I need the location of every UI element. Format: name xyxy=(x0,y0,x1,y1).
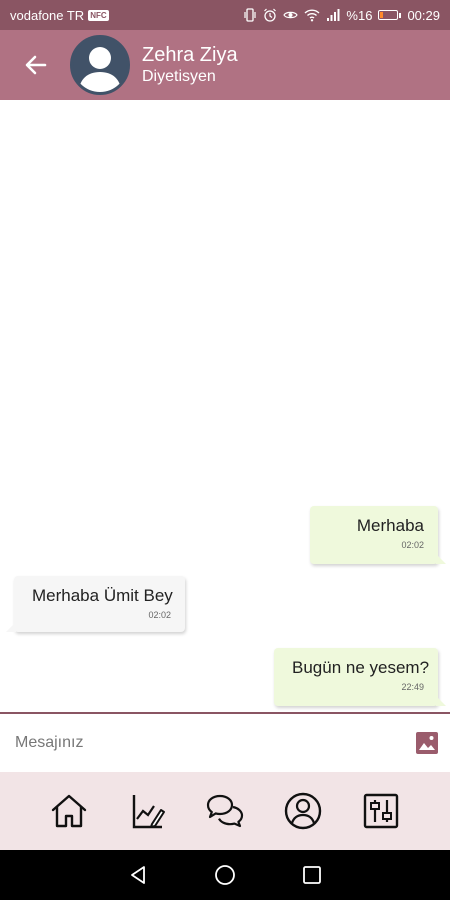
message-bubble-outgoing[interactable]: Bugün ne yesem? 22:49 xyxy=(274,648,446,706)
back-button[interactable] xyxy=(20,49,52,81)
bottom-navigation xyxy=(0,772,450,850)
message-input-bar xyxy=(0,712,450,772)
chat-bubbles-icon xyxy=(206,794,244,828)
square-recents-icon xyxy=(302,866,321,884)
home-icon xyxy=(51,794,87,828)
alarm-icon xyxy=(264,8,277,22)
contact-name: Zehra Ziya xyxy=(142,44,238,66)
battery-fill xyxy=(380,12,384,18)
vibrate-icon xyxy=(244,8,257,22)
system-recents-button[interactable] xyxy=(297,860,327,890)
person-icon xyxy=(79,47,121,92)
nav-profile-button[interactable] xyxy=(281,789,325,833)
signal-icon xyxy=(327,9,340,21)
arrow-left-icon xyxy=(25,55,47,75)
attach-image-button[interactable] xyxy=(414,730,440,756)
chat-header: Zehra Ziya Diyetisyen xyxy=(0,30,450,100)
eye-comfort-icon xyxy=(283,11,299,19)
message-bubble-incoming[interactable]: Merhaba Ümit Bey 02:02 xyxy=(6,576,185,632)
nav-progress-button[interactable] xyxy=(125,789,169,833)
message-text: Merhaba Ümit Bey xyxy=(32,586,173,605)
settings-sliders-icon xyxy=(363,793,399,829)
status-left: vodafone TR NFC xyxy=(10,8,109,23)
image-icon xyxy=(416,732,438,754)
contact-info: Zehra Ziya Diyetisyen xyxy=(142,43,238,87)
battery-percent: %16 xyxy=(346,7,373,23)
system-back-button[interactable] xyxy=(123,860,153,890)
contact-role: Diyetisyen xyxy=(142,68,216,85)
network-badge: NFC xyxy=(88,9,109,21)
message-text: Bugün ne yesem? xyxy=(292,658,430,677)
wifi-icon xyxy=(304,9,320,22)
chat-messages[interactable]: Merhaba 02:02 Merhaba Ümit Bey 02:02 Bug… xyxy=(0,100,450,712)
system-navigation-bar xyxy=(0,850,450,900)
message-time: 22:49 xyxy=(401,682,424,692)
status-right: %16 00:29 xyxy=(243,8,440,23)
message-bubble-outgoing[interactable]: Merhaba 02:02 xyxy=(310,506,446,564)
profile-icon xyxy=(284,792,322,830)
message-input[interactable] xyxy=(13,733,414,753)
carrier-name: vodafone TR xyxy=(10,7,85,23)
nav-home-button[interactable] xyxy=(47,789,91,833)
clock: 00:29 xyxy=(407,7,440,23)
nav-messages-button[interactable] xyxy=(203,789,247,833)
status-bar: vodafone TR NFC %16 00:29 xyxy=(0,0,450,30)
message-time: 02:02 xyxy=(148,610,171,620)
avatar[interactable] xyxy=(70,35,130,95)
system-home-button[interactable] xyxy=(210,860,240,890)
triangle-back-icon xyxy=(131,866,146,884)
nav-settings-button[interactable] xyxy=(359,789,403,833)
battery-icon xyxy=(378,10,402,20)
message-time: 02:02 xyxy=(401,540,424,550)
message-text: Merhaba xyxy=(356,516,424,535)
progress-chart-icon xyxy=(132,795,165,829)
circle-home-icon xyxy=(215,865,235,885)
